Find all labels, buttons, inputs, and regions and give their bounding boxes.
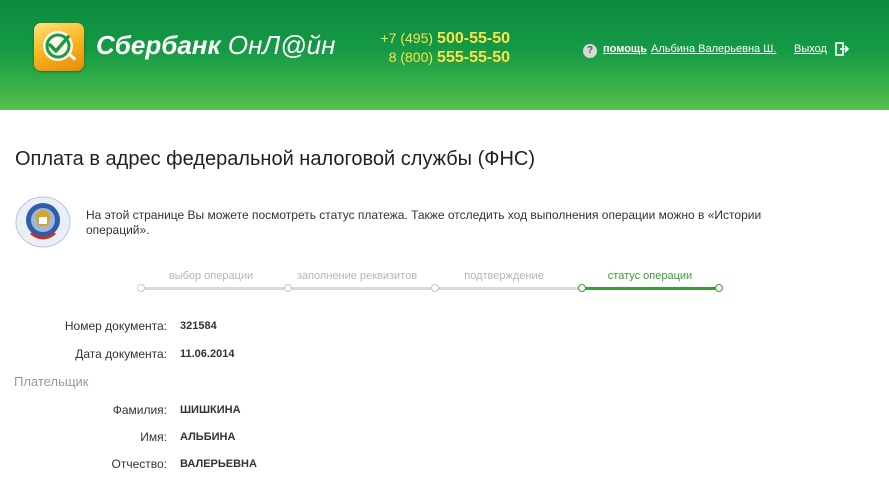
phone-number: 555-55-50 [437,49,510,66]
help-link[interactable]: помощь [603,43,647,55]
stepper-track [142,287,583,290]
payer-section-title: Плательщик [14,374,89,389]
stepper-track-active [583,287,720,290]
step-dot-4 [578,284,586,292]
step-dot-1 [137,284,145,292]
sberbank-logo-icon[interactable] [34,23,84,71]
surname-label: Фамилия: [112,403,167,417]
logout-arrow-icon[interactable] [835,42,849,56]
user-name-link[interactable]: Альбина Валерьевна Ш. [651,43,776,55]
fns-emblem-icon [15,196,71,248]
brand-main: Сбербанк [96,30,221,60]
document-number-label: Номер документа: [64,319,167,333]
help-question-icon[interactable]: ? [583,44,597,58]
phone-code: +7 (495) [380,30,434,46]
patronymic-label: Отчество: [111,457,168,471]
brand-logo-text[interactable]: Сбербанк ОнЛ@йн [96,30,335,61]
step-label-choose-operation: выбор операции [168,270,254,282]
step-dot-2 [284,284,292,292]
first-name-value: АЛЬБИНА [180,431,236,443]
phone-number: 500-55-50 [437,30,510,47]
step-dot-3 [431,284,439,292]
header-bar: Сбербанк ОнЛ@йн +7 (495) 500-55-50 8 (800… [0,0,889,110]
page-title: Оплата в адрес федеральной налоговой слу… [15,148,536,170]
logout-link[interactable]: Выход [794,43,827,55]
patronymic-value: ВАЛЕРЬЕВНА [180,458,257,470]
first-name-label: Имя: [140,430,167,444]
step-dot-end [715,284,723,292]
surname-value: ШИШКИНА [180,404,241,416]
document-date-value: 11.06.2014 [180,348,235,360]
info-message: На этой странице Вы можете посмотреть ст… [86,208,762,237]
phone-line-1: +7 (495) 500-55-50 [340,29,511,48]
phone-numbers: +7 (495) 500-55-50 8 (800) 555-55-50 [340,29,511,67]
step-label-operation-status: статус операции [607,270,693,282]
step-label-confirmation: подтверждение [464,270,544,282]
document-number-value: 321584 [180,320,217,332]
phone-line-2: 8 (800) 555-55-50 [340,48,510,67]
document-date-label: Дата документа: [75,347,167,361]
brand-sub: ОнЛ@йн [227,30,336,60]
phone-code: 8 (800) [388,49,434,65]
step-label-fill-details: заполнение реквизитов [296,270,418,282]
